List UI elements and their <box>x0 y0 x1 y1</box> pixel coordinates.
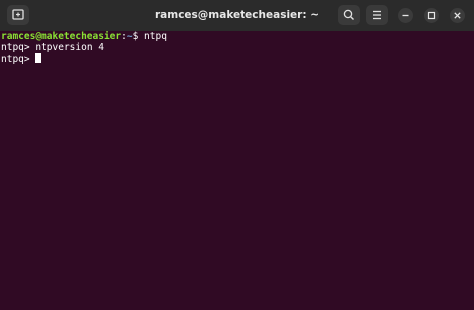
minimize-icon <box>402 14 409 17</box>
terminal-line-3: ntpq> <box>1 53 474 65</box>
maximize-button[interactable] <box>424 8 439 23</box>
search-icon <box>343 9 354 20</box>
menu-button[interactable] <box>366 5 388 25</box>
close-button[interactable] <box>450 8 465 23</box>
terminal-line-2: ntpq> ntpversion 4 <box>1 42 474 53</box>
minimize-button[interactable] <box>398 8 413 23</box>
command-text: ntpq <box>144 31 167 42</box>
scrollbar[interactable] <box>466 31 474 310</box>
terminal-output[interactable]: ramces@maketecheasier:~$ ntpq ntpq> ntpv… <box>0 31 474 310</box>
text-cursor <box>35 53 42 63</box>
command-text: ntpversion 4 <box>35 42 104 53</box>
close-icon <box>454 12 461 19</box>
title-bar[interactable]: ramces@maketecheasier: ~ <box>0 0 474 32</box>
prompt-user-host: ramces@maketecheasier <box>1 31 122 42</box>
new-tab-icon <box>12 9 24 20</box>
prompt-symbol: $ <box>132 31 139 42</box>
terminal-line-1: ramces@maketecheasier:~$ ntpq <box>1 31 474 42</box>
ntpq-prompt: ntpq> <box>1 42 30 53</box>
ntpq-prompt: ntpq> <box>1 54 30 65</box>
search-button[interactable] <box>338 5 360 25</box>
terminal-window: ramces@maketecheasier: ~ ramces@maketech… <box>0 0 474 310</box>
maximize-icon <box>427 11 436 20</box>
new-tab-button[interactable] <box>7 5 29 25</box>
hamburger-menu-icon <box>373 10 381 20</box>
